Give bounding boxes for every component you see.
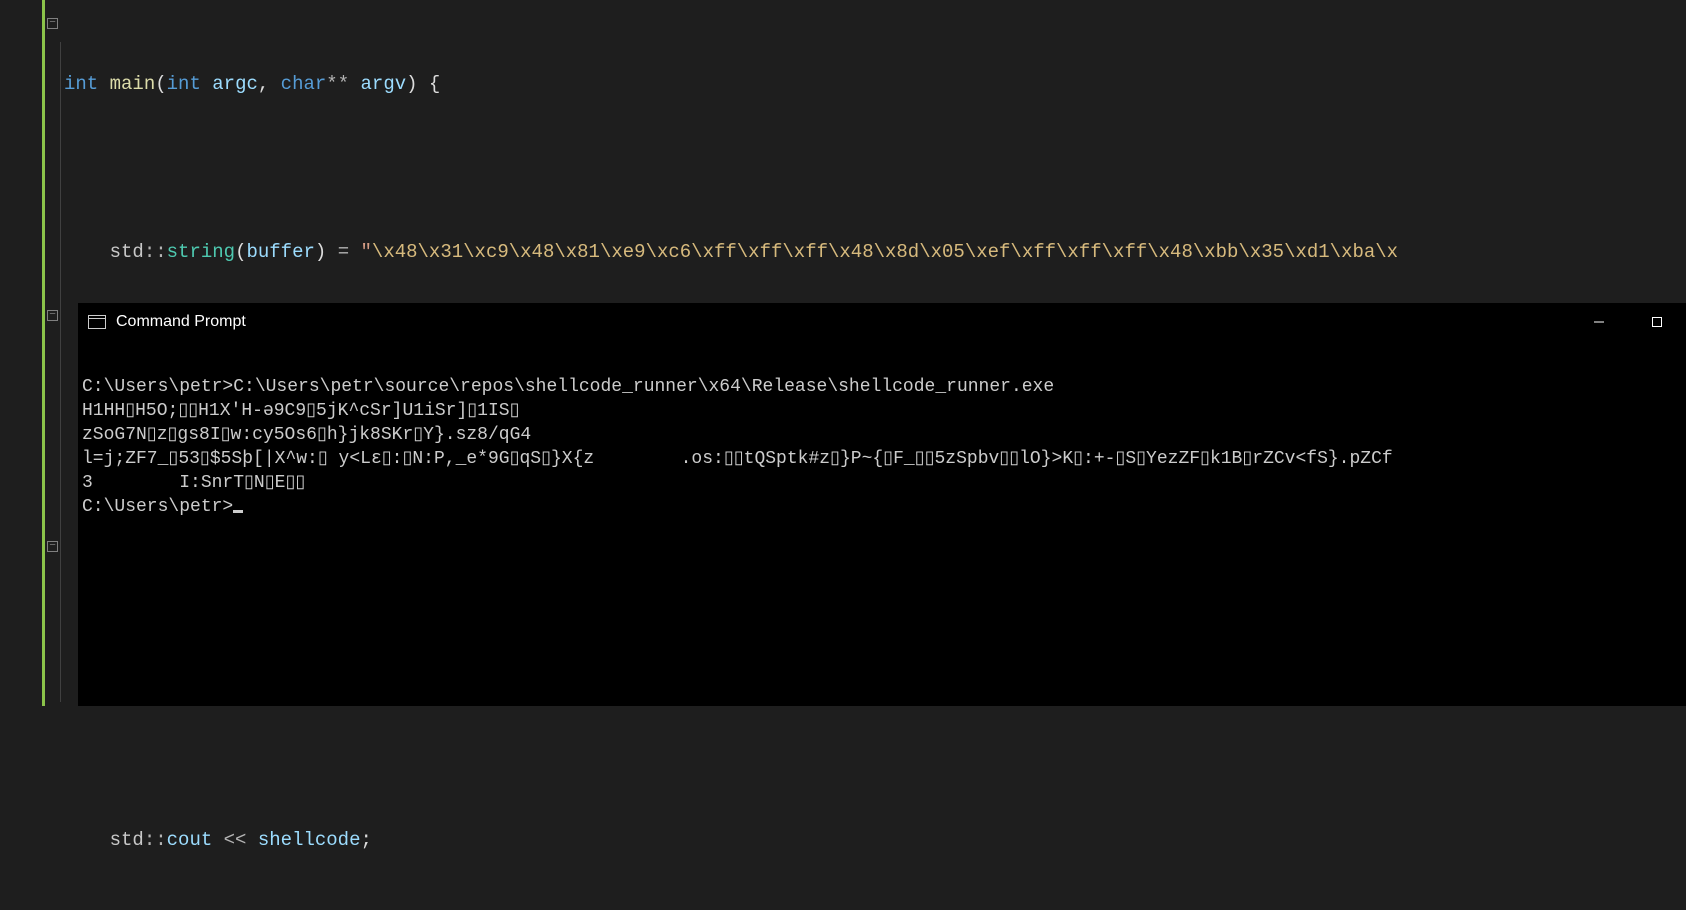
terminal-prompt: C:\Users\petr> <box>82 497 233 517</box>
var-cout: cout <box>167 829 213 851</box>
minimize-button[interactable] <box>1570 303 1628 341</box>
cmd-icon <box>88 315 106 329</box>
scope-op: :: <box>144 241 167 263</box>
fold-toggle-icon[interactable]: − <box>47 310 58 321</box>
terminal-line: l=j;ZF7_▯53▯$5Sþ[|X^w:▯ y<Lε▯:▯N:P,_e*9G… <box>82 449 1393 469</box>
string-quote: " <box>361 241 372 263</box>
window-controls <box>1570 303 1686 341</box>
scope-op: :: <box>144 829 167 851</box>
fold-toggle-icon[interactable]: − <box>47 18 58 29</box>
change-indicator-bar <box>42 0 45 706</box>
code-line[interactable]: int main(int argc, char** argv) { <box>64 70 1398 98</box>
cursor-icon <box>233 510 243 513</box>
fold-toggle-icon[interactable]: − <box>47 541 58 552</box>
console-title: Command Prompt <box>116 313 246 331</box>
comma: , <box>258 73 269 95</box>
code-line[interactable]: std::cout << shellcode; <box>64 826 1398 854</box>
paren: ( <box>235 241 246 263</box>
keyword-int: int <box>64 73 98 95</box>
terminal-line: 3 I:SnrT▯N▯E▯▯ <box>82 473 305 493</box>
terminal-line: H1HH▯H5O;▯▯H1X'H-ə9C9▯5jK^cSr]U1iSr]▯1IS… <box>82 401 520 421</box>
var-shellcode: shellcode <box>258 829 361 851</box>
paren: ) <box>406 73 417 95</box>
assign-op: = <box>326 241 360 263</box>
namespace-std: std <box>110 241 144 263</box>
code-line[interactable]: std::string(buffer) = "\x48\x31\xc9\x48\… <box>64 238 1398 266</box>
paren: ( <box>155 73 166 95</box>
keyword-int: int <box>167 73 201 95</box>
command-prompt-window[interactable]: Command Prompt C:\Users\petr>C:\Users\pe… <box>78 303 1686 706</box>
terminal-output[interactable]: C:\Users\petr>C:\Users\petr\source\repos… <box>78 341 1686 547</box>
type-string: string <box>167 241 235 263</box>
terminal-line: C:\Users\petr>C:\Users\petr\source\repos… <box>82 377 1054 397</box>
semicolon: ; <box>360 829 371 851</box>
paren: ) <box>315 241 326 263</box>
console-titlebar[interactable]: Command Prompt <box>78 303 1686 341</box>
var-buffer: buffer <box>246 241 314 263</box>
param-argv: argv <box>349 73 406 95</box>
string-hex-escapes: \x48\x31\xc9\x48\x81\xe9\xc6\xff\xff\xff… <box>372 241 1398 263</box>
keyword-char: char <box>269 73 326 95</box>
maximize-button[interactable] <box>1628 303 1686 341</box>
namespace-std: std <box>110 829 144 851</box>
param-argc: argc <box>201 73 258 95</box>
function-main: main <box>110 73 156 95</box>
indent-guide <box>60 42 61 702</box>
brace: { <box>418 73 441 95</box>
insertion-op: << <box>212 829 258 851</box>
pointer-stars: ** <box>326 73 349 95</box>
terminal-line: zSoG7N▯z▯gs8I▯w:cy5Os6▯h}jk8SKr▯Y}.sz8/q… <box>82 425 531 445</box>
